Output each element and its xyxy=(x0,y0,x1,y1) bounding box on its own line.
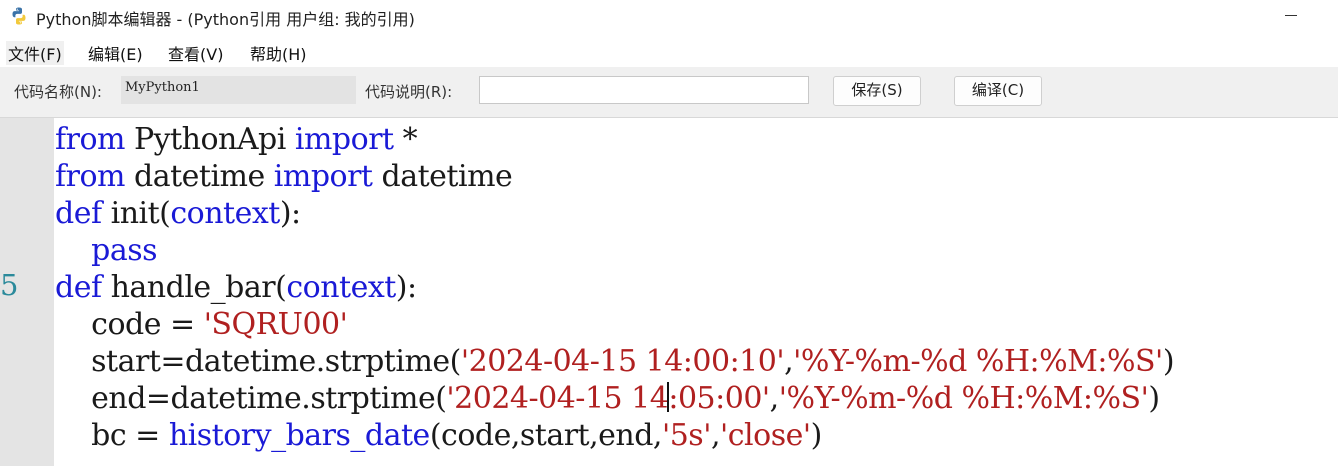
code-text: ) xyxy=(810,418,823,453)
code-keyword: def xyxy=(55,270,102,305)
code-text: end=datetime.strptime( xyxy=(55,381,447,416)
compile-button[interactable]: 编译(C) xyxy=(954,76,1042,106)
code-line: def init(context): xyxy=(55,196,301,231)
code-text: , xyxy=(769,381,780,416)
code-string: '%Y-%m-%d %H:%M:%S' xyxy=(793,344,1163,379)
code-text: ): xyxy=(395,270,417,305)
code-line: start=datetime.strptime('2024-04-15 14:0… xyxy=(55,344,1174,379)
code-keyword: history_bars_date xyxy=(168,418,430,453)
code-text: handle_bar( xyxy=(101,270,287,305)
code-name-field[interactable]: MyPython1 xyxy=(121,76,356,104)
title-bar: Python脚本编辑器 - (Python引用 用户组: 我的引用) xyxy=(0,0,1338,34)
menu-edit[interactable]: 编辑(E) xyxy=(86,41,145,65)
code-string: 'SQRU00' xyxy=(203,307,348,342)
menu-help[interactable]: 帮助(H) xyxy=(248,41,309,65)
code-text: , xyxy=(784,344,794,379)
code-text: ) xyxy=(1162,344,1175,379)
code-text: init( xyxy=(101,196,171,231)
menu-bar: 文件(F) 编辑(E) 查看(V) 帮助(H) xyxy=(0,36,1338,67)
python-icon xyxy=(12,7,26,25)
code-keyword: from xyxy=(55,159,125,194)
code-desc-label: 代码说明(R): xyxy=(365,83,453,101)
code-string: 'close' xyxy=(720,418,811,453)
code-line: from PythonApi import * xyxy=(55,122,418,157)
code-desc-field[interactable] xyxy=(479,76,809,104)
code-line: def handle_bar(context): xyxy=(55,270,417,305)
code-name-label: 代码名称(N): xyxy=(14,83,102,101)
minimize-button[interactable] xyxy=(1262,0,1322,34)
window-title: Python脚本编辑器 - (Python引用 用户组: 我的引用) xyxy=(36,10,415,29)
code-text: bc = xyxy=(55,418,169,453)
code-text: (code,start,end, xyxy=(429,418,663,453)
code-keyword: context xyxy=(286,270,396,305)
code-keyword: from xyxy=(55,122,125,157)
code-keyword: context xyxy=(170,196,280,231)
toolbar: 代码名称(N): MyPython1 代码说明(R): 保存(S) 编译(C) xyxy=(0,67,1338,117)
code-text: datetime xyxy=(372,159,513,194)
code-string: :05:00' xyxy=(668,381,770,416)
code-line: pass xyxy=(55,233,157,268)
menu-file[interactable]: 文件(F) xyxy=(6,41,64,65)
code-text: ): xyxy=(279,196,301,231)
code-text: code = xyxy=(55,307,204,342)
code-keyword: import xyxy=(273,159,373,194)
code-string: '2024-04-15 14 xyxy=(446,381,669,416)
code-line: from datetime import datetime xyxy=(55,159,513,194)
code-keyword: def xyxy=(55,196,102,231)
code-text: datetime xyxy=(124,159,274,194)
code-string: '5s' xyxy=(661,418,711,453)
code-text: ) xyxy=(1148,381,1160,416)
line-number: 5 xyxy=(0,268,19,302)
menu-view[interactable]: 查看(V) xyxy=(166,41,225,65)
code-line: bc = history_bars_date(code,start,end,'5… xyxy=(55,418,822,453)
code-text: * xyxy=(393,122,418,157)
code-editor[interactable]: 5 from PythonApi import * from datetime i… xyxy=(0,117,1338,466)
code-line: end=datetime.strptime('2024-04-15 14:05:… xyxy=(55,381,1160,416)
code-text: , xyxy=(710,418,721,453)
code-text: start=datetime.strptime( xyxy=(55,344,461,379)
code-keyword: import xyxy=(294,122,394,157)
code-text: PythonApi xyxy=(124,122,295,157)
code-string: '2024-04-15 14:00:10' xyxy=(460,344,785,379)
save-button[interactable]: 保存(S) xyxy=(833,76,921,106)
code-keyword: pass xyxy=(91,233,158,268)
code-string: '%Y-%m-%d %H:%M:%S' xyxy=(778,381,1149,416)
code-line: code = 'SQRU00' xyxy=(55,307,348,342)
